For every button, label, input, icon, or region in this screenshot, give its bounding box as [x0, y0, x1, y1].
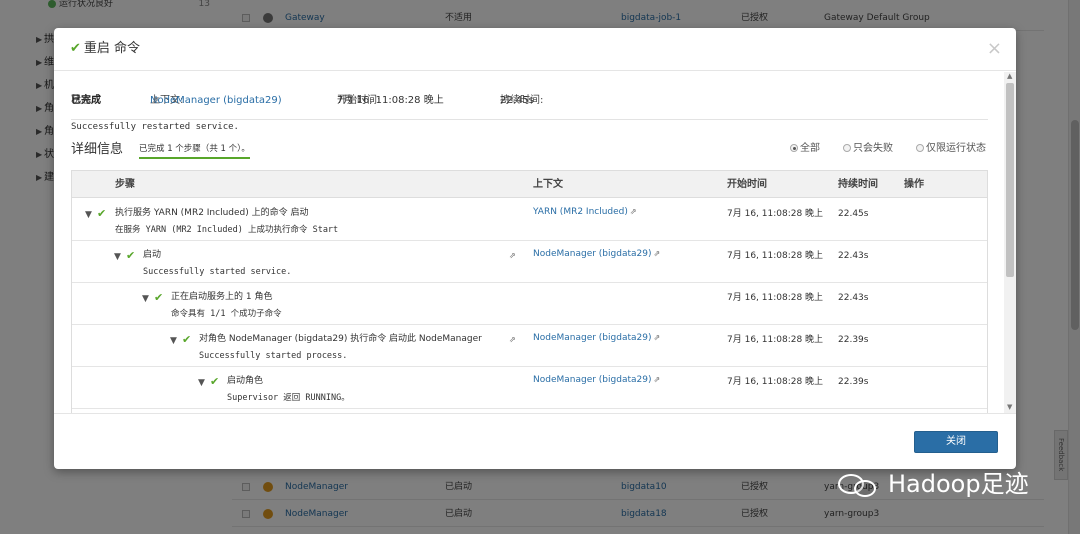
- success-check-icon: ✔: [154, 291, 164, 304]
- external-link-icon[interactable]: ⇗: [653, 249, 660, 258]
- duration-value: 22.45s: [500, 95, 534, 106]
- steps-table-header: 步骤 上下文 开始时间 持续时间 操作: [72, 171, 987, 198]
- watermark-text: Hadoop足迹: [888, 470, 1029, 498]
- external-link-icon[interactable]: ⇗: [509, 250, 516, 262]
- step-title: 启动角色: [227, 376, 264, 386]
- context-link[interactable]: NodeManager (bigdata29): [150, 94, 282, 108]
- col-step: 步骤: [115, 179, 135, 190]
- step-start-time: 7月 16, 11:08:28 晚上: [727, 251, 824, 261]
- steps-table: 步骤 上下文 开始时间 持续时间 操作 ▼ ✔ 执行服务 YARN (MR2 I…: [71, 170, 988, 413]
- result-message: Successfully restarted service.: [71, 122, 239, 132]
- external-link-icon[interactable]: ⇗: [653, 375, 660, 384]
- success-check-icon: ✔: [126, 249, 136, 262]
- command-summary: 状态: 已完成 上下文: NodeManager (bigdata29) ⇗ 开始…: [71, 94, 988, 120]
- step-row: ▼ ✔ 启动 Successfully started service. ⇗ N…: [72, 241, 987, 283]
- step-duration: 22.43s: [838, 293, 869, 303]
- step-context-link[interactable]: NodeManager (bigdata29): [533, 333, 651, 343]
- step-duration: 22.39s: [838, 335, 869, 345]
- close-icon[interactable]: ×: [987, 40, 1002, 58]
- success-check-icon: ✔: [210, 375, 220, 388]
- step-detail: 在服务 YARN (MR2 Included) 上成功执行命令 Start: [115, 225, 339, 235]
- step-row: ▼ ✔ 执行服务 YARN (MR2 Included) 上的命令 启动 在服务…: [72, 199, 987, 241]
- step-row: ▼ ✔ 正在启动服务上的 1 角色 命令具有 1/1 个成功子命令 7月 16,…: [72, 283, 987, 325]
- collapse-chevron-icon[interactable]: ▼: [170, 335, 177, 347]
- step-detail: Successfully started service.: [143, 267, 292, 277]
- dialog-body: 状态: 已完成 上下文: NodeManager (bigdata29) ⇗ 开始…: [54, 72, 1016, 413]
- step-title: 执行服务 YARN (MR2 Included) 上的命令 启动: [115, 208, 309, 218]
- step-context: NodeManager (bigdata29) ⇗: [533, 332, 660, 344]
- collapse-chevron-icon[interactable]: ▼: [114, 251, 121, 263]
- step-title: 启动: [143, 250, 162, 260]
- col-start-time: 开始时间: [727, 179, 767, 190]
- dialog-title: ✔ 重启 命令: [70, 40, 140, 57]
- radio-icon: [843, 144, 851, 152]
- close-button[interactable]: 关闭: [914, 431, 998, 453]
- step-context: NodeManager (bigdata29) ⇗: [533, 248, 660, 260]
- start-time-value: 7月 16, 11:08:28 晚上: [337, 95, 444, 106]
- details-heading: 详细信息: [71, 142, 124, 157]
- col-actions: 操作: [904, 179, 924, 190]
- step-start-time: 7月 16, 11:08:28 晚上: [727, 293, 824, 303]
- step-start-time: 7月 16, 11:08:28 晚上: [727, 209, 824, 219]
- scroll-up-icon[interactable]: ▲: [1007, 72, 1012, 80]
- step-context: YARN (MR2 Included) ⇗: [533, 206, 637, 218]
- step-row: ▼ ✔ 启动角色 Supervisor 返回 RUNNING。 NodeMana…: [72, 367, 987, 409]
- external-link-icon[interactable]: ⇗: [653, 333, 660, 342]
- step-duration: 22.45s: [838, 209, 869, 219]
- restart-command-dialog: ✔ 重启 命令 × 状态: 已完成 上下文: NodeManager (bigda…: [54, 28, 1016, 469]
- step-detail: Successfully started process.: [199, 351, 348, 361]
- collapse-chevron-icon[interactable]: ▼: [142, 293, 149, 305]
- external-link-icon[interactable]: ⇗: [509, 334, 516, 346]
- success-check-icon: ✔: [97, 207, 107, 220]
- radio-icon: [916, 144, 924, 152]
- step-context: NodeManager (bigdata29) ⇗: [533, 374, 660, 386]
- filter-failed-only-radio[interactable]: 只会失败: [843, 142, 893, 156]
- status-value: 已完成: [71, 95, 101, 106]
- watermark: Hadoop足迹: [838, 466, 1029, 502]
- step-detail: 命令具有 1/1 个成功子命令: [171, 309, 282, 319]
- success-check-icon: ✔: [182, 333, 192, 346]
- step-title: 对角色 NodeManager (bigdata29) 执行命令 启动此 Nod…: [199, 334, 482, 344]
- step-context-link[interactable]: NodeManager (bigdata29): [533, 249, 651, 259]
- radio-icon: [790, 144, 798, 152]
- step-duration: 22.43s: [838, 251, 869, 261]
- dialog-header: ✔ 重启 命令 ×: [54, 28, 1016, 71]
- col-duration: 持续时间: [838, 179, 878, 190]
- collapse-chevron-icon[interactable]: ▼: [198, 377, 205, 389]
- filter-all-radio[interactable]: 全部: [790, 142, 820, 156]
- wechat-logo-icon: [838, 470, 884, 500]
- steps-summary: 已完成 1 个步骤（共 1 个）。: [139, 144, 250, 159]
- filter-running-only-radio[interactable]: 仅限运行状态: [916, 142, 986, 156]
- dialog-scrollbar[interactable]: ▲ ▼: [1004, 72, 1016, 413]
- dialog-title-text: 重启 命令: [83, 41, 141, 56]
- step-start-time: 7月 16, 11:08:28 晚上: [727, 377, 824, 387]
- step-start-time: 7月 16, 11:08:28 晚上: [727, 335, 824, 345]
- step-context-link[interactable]: NodeManager (bigdata29): [533, 375, 651, 385]
- step-title: 正在启动服务上的 1 角色: [171, 292, 273, 302]
- dialog-footer: 关闭: [54, 413, 1016, 469]
- step-context-link[interactable]: YARN (MR2 Included): [533, 207, 628, 217]
- success-check-icon: ✔: [70, 41, 81, 56]
- step-detail: Supervisor 返回 RUNNING。: [227, 393, 350, 403]
- step-duration: 22.39s: [838, 377, 869, 387]
- step-row: ▼ ✔ 对角色 NodeManager (bigdata29) 执行命令 启动此…: [72, 325, 987, 367]
- external-link-icon[interactable]: ⇗: [152, 94, 159, 108]
- external-link-icon[interactable]: ⇗: [630, 207, 637, 216]
- col-context: 上下文: [533, 179, 563, 190]
- collapse-chevron-icon[interactable]: ▼: [85, 209, 92, 221]
- dialog-scrollbar-thumb[interactable]: [1006, 83, 1014, 277]
- scroll-down-icon[interactable]: ▼: [1007, 403, 1012, 411]
